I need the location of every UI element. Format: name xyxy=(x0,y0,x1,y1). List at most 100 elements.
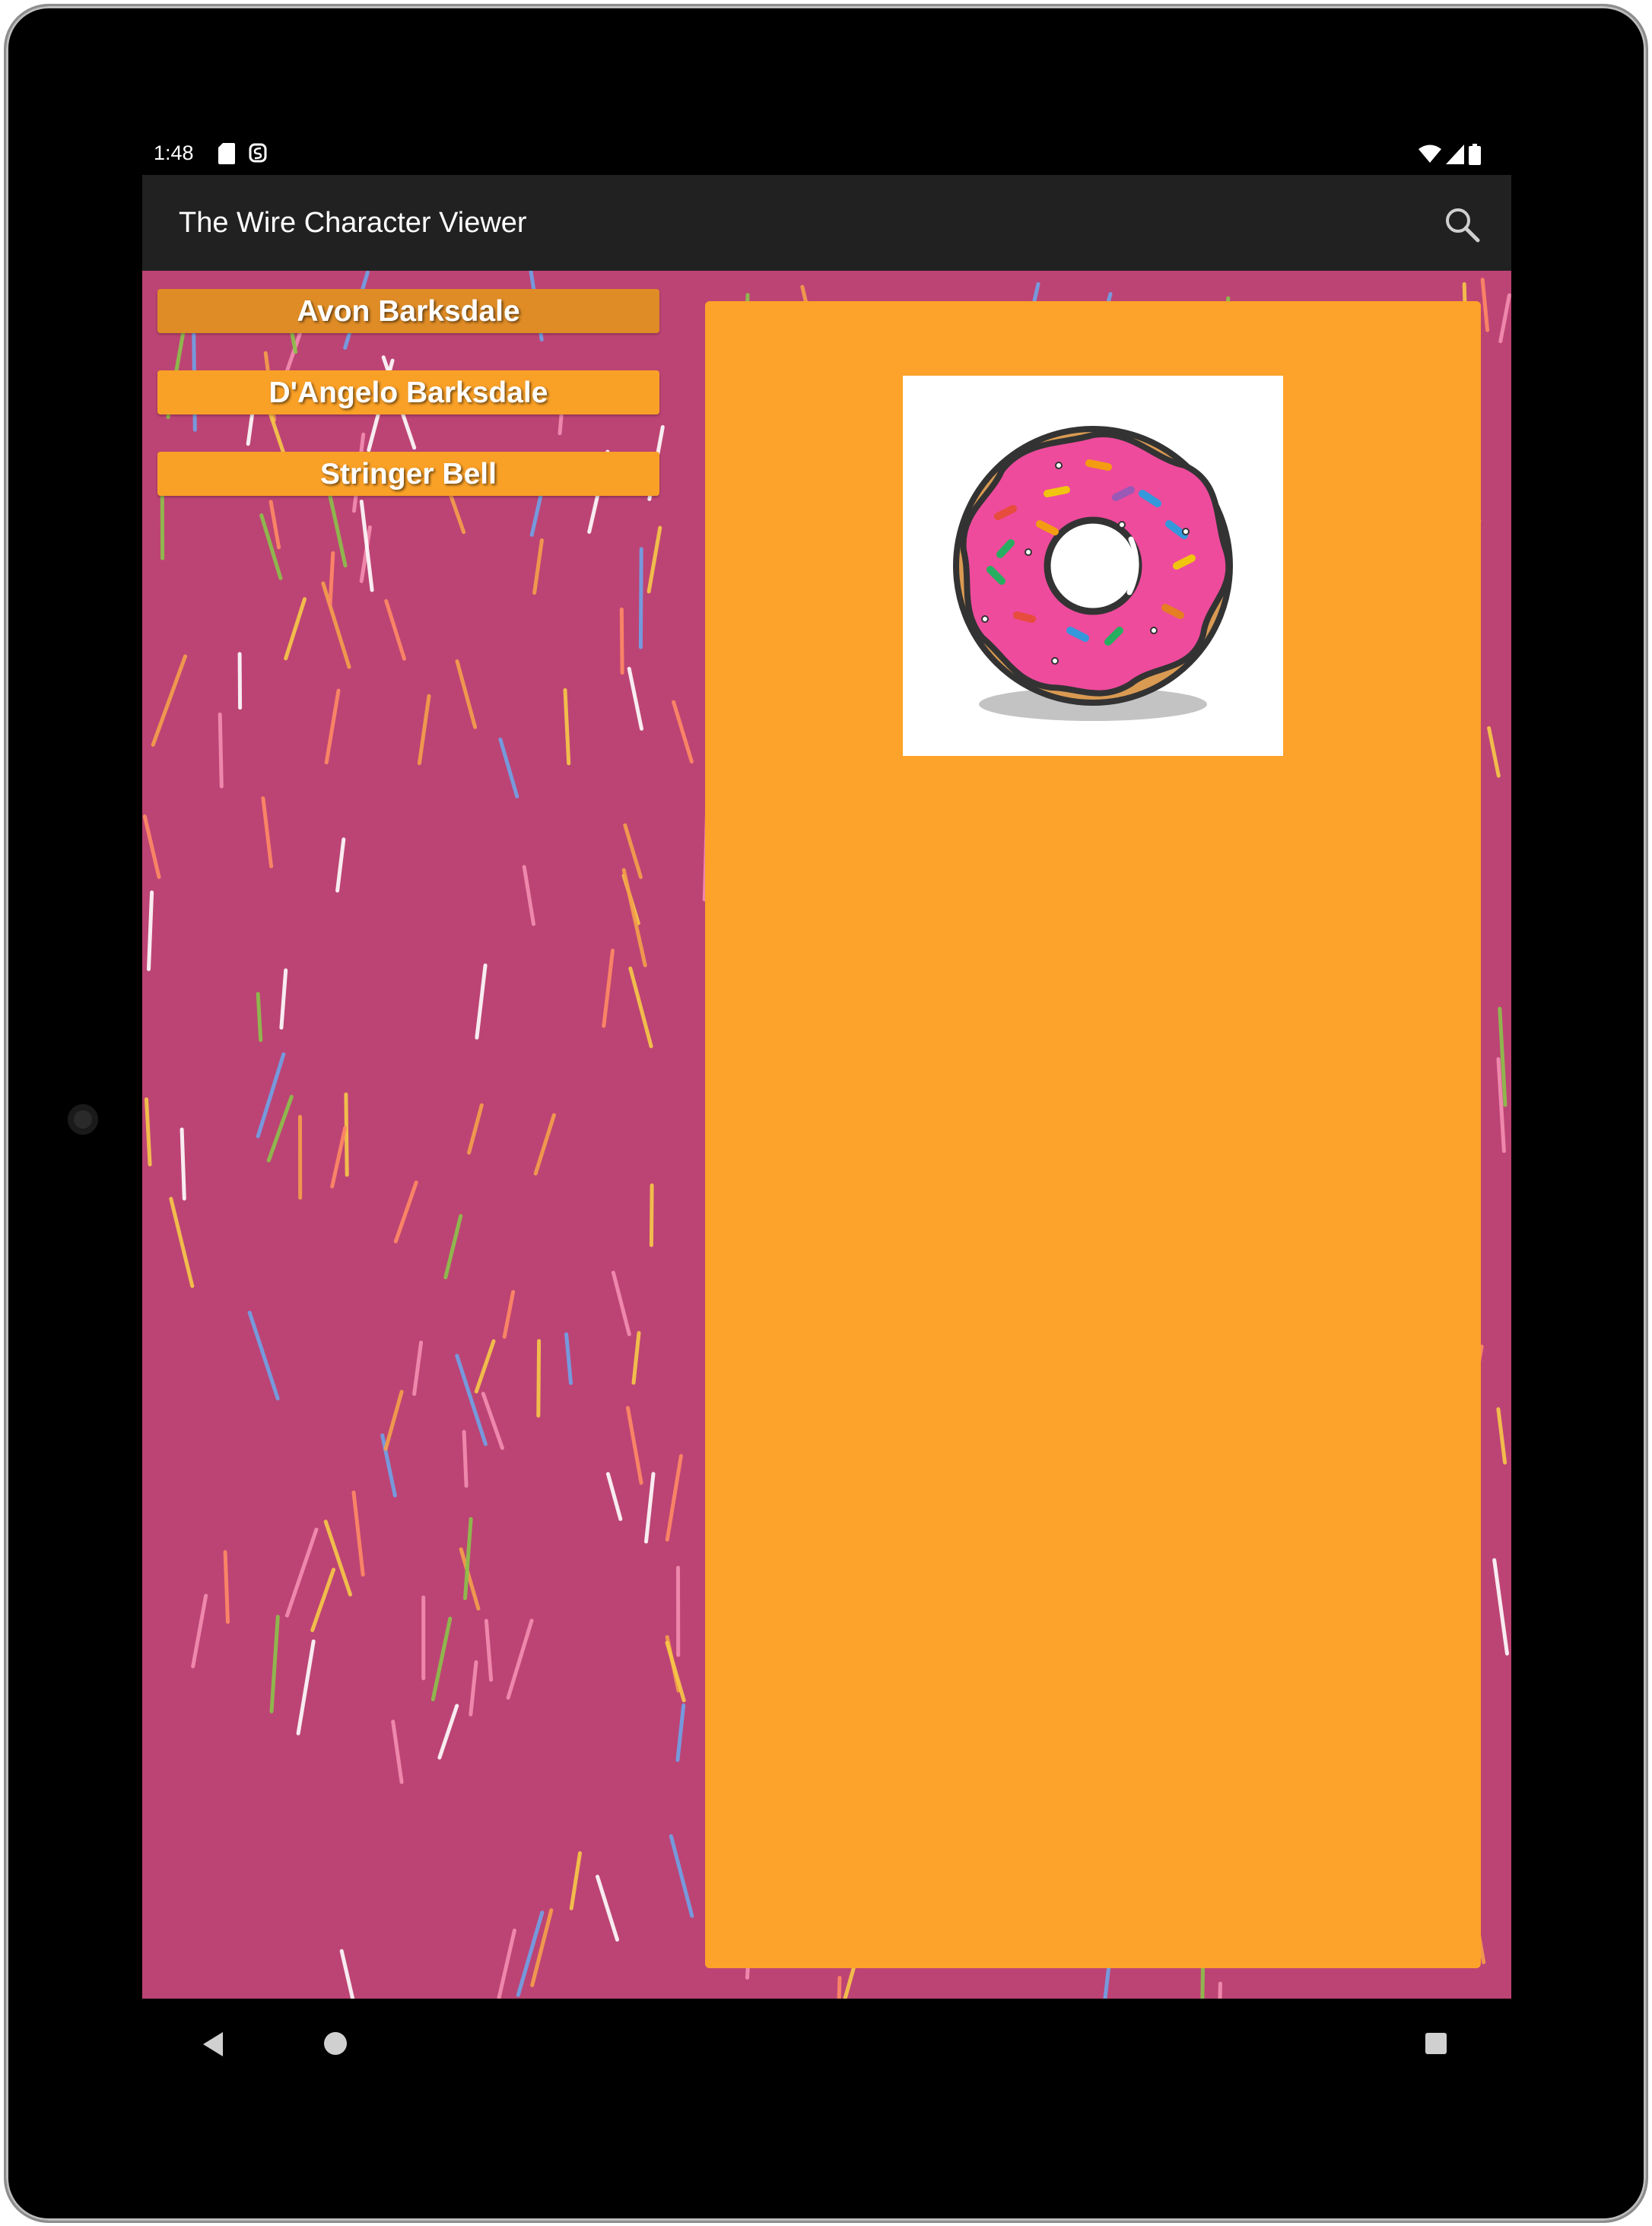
sprinkle xyxy=(384,599,406,661)
sprinkle xyxy=(675,1703,686,1762)
sprinkle xyxy=(626,1405,643,1485)
sprinkle xyxy=(475,963,488,1040)
sprinkle xyxy=(145,1097,152,1167)
sprinkle xyxy=(344,1092,349,1177)
sprinkle xyxy=(284,597,307,661)
sprinkle xyxy=(412,1340,424,1396)
sprinkle xyxy=(621,868,647,967)
sprinkle xyxy=(269,1615,280,1713)
character-button-stringer-bell[interactable]: Stringer Bell xyxy=(157,452,659,496)
wifi-icon xyxy=(1418,144,1441,163)
sprinkle xyxy=(627,666,643,731)
sprinkle xyxy=(649,1183,654,1247)
sprinkle xyxy=(430,1616,453,1701)
sprinkle xyxy=(191,1593,208,1669)
sprinkle xyxy=(837,1976,842,1999)
sprinkle xyxy=(619,607,624,675)
home-icon[interactable] xyxy=(324,2032,347,2055)
sprinkle xyxy=(443,1214,463,1280)
sprinkle xyxy=(533,1113,556,1176)
sprinkle xyxy=(611,1270,631,1336)
sprinkle xyxy=(179,1127,186,1201)
sprinkle xyxy=(324,688,341,765)
sprinkle xyxy=(284,1527,319,1618)
sprinkle xyxy=(631,1331,641,1385)
sprinkle xyxy=(665,1453,683,1542)
sprinkle xyxy=(328,551,335,607)
sprinkle xyxy=(638,547,643,649)
sprinkle xyxy=(628,966,653,1049)
sprinkle xyxy=(151,654,187,747)
sprinkle xyxy=(268,500,281,550)
sprinkle xyxy=(256,992,263,1043)
battery-icon xyxy=(1469,144,1481,165)
sprinkle xyxy=(669,1834,694,1918)
character-image xyxy=(903,376,1283,756)
sd-card-icon xyxy=(218,143,235,164)
sprinkle xyxy=(383,1389,404,1451)
sprinkle xyxy=(393,1180,418,1243)
sprinkle xyxy=(498,737,519,799)
sprinkle xyxy=(647,526,662,594)
front-camera xyxy=(68,1104,98,1135)
sprinkle xyxy=(321,581,351,669)
sprinkle xyxy=(279,968,288,1030)
sprinkle xyxy=(351,1491,365,1577)
character-detail-panel xyxy=(705,301,1481,1968)
sprinkle xyxy=(665,1640,686,1703)
app-title: The Wire Character Viewer xyxy=(179,207,527,239)
sprinkle xyxy=(455,1354,488,1446)
sprinkle xyxy=(391,1720,404,1784)
sprinkle xyxy=(339,1948,355,1999)
sprinkle xyxy=(1492,1558,1509,1656)
sprinkle xyxy=(310,1567,335,1633)
status-bar: 1:48 xyxy=(142,125,1511,175)
search-icon[interactable] xyxy=(1441,204,1484,246)
sprinkle xyxy=(261,796,274,868)
sprinkle xyxy=(455,659,478,729)
sprinkle xyxy=(218,712,224,789)
sprinkle xyxy=(506,1618,534,1700)
character-button-dangelo-barksdale[interactable]: D'Angelo Barksdale xyxy=(157,370,659,414)
sprinkle xyxy=(437,1704,459,1760)
sprinkle xyxy=(169,1196,195,1288)
recents-icon[interactable] xyxy=(1425,2033,1447,2054)
sprinkle xyxy=(569,1851,582,1910)
sprinkle xyxy=(623,823,643,879)
cell-signal-icon xyxy=(1446,144,1464,164)
system-status-icons xyxy=(1418,143,1481,166)
screen: 1:48 The Wire Character Viewer Avon Bark… xyxy=(142,125,1511,1999)
sprinkle xyxy=(147,890,154,971)
sprinkle xyxy=(536,1338,542,1418)
sprinkle xyxy=(417,694,431,766)
character-button-avon-barksdale[interactable]: Avon Barksdale xyxy=(157,289,659,333)
sprinkle xyxy=(1218,1981,1222,1999)
sprinkle xyxy=(462,1430,469,1488)
sprinkle xyxy=(296,1639,316,1735)
sprinkle xyxy=(474,1339,496,1394)
sprinkle xyxy=(530,1908,554,1987)
sprinkle xyxy=(256,1052,286,1138)
back-icon[interactable] xyxy=(200,2031,227,2058)
sprinkle xyxy=(532,538,544,595)
sprinkle xyxy=(564,1332,573,1386)
sprinkle xyxy=(563,687,571,766)
sprinkle xyxy=(484,1618,494,1682)
app-bar: The Wire Character Viewer xyxy=(142,175,1511,271)
sprinkle xyxy=(247,1310,280,1401)
sprinkle xyxy=(596,1875,619,1942)
sprinkle xyxy=(1480,278,1490,332)
sprinkle xyxy=(497,1928,516,1999)
status-time: 1:48 xyxy=(154,141,194,164)
sprinkle xyxy=(467,1103,484,1155)
sprinkle xyxy=(1487,726,1501,778)
sprinkle xyxy=(142,815,161,879)
sprinkle xyxy=(469,1660,478,1716)
s-logo-icon xyxy=(249,143,267,163)
sprinkle xyxy=(1498,293,1511,344)
main-content: Avon Barksdale D'Angelo Barksdale String… xyxy=(142,271,1511,1999)
sprinkle xyxy=(502,1290,516,1339)
sprinkle xyxy=(605,1472,623,1521)
sprinkle xyxy=(522,865,535,926)
sprinkle xyxy=(223,1550,230,1624)
